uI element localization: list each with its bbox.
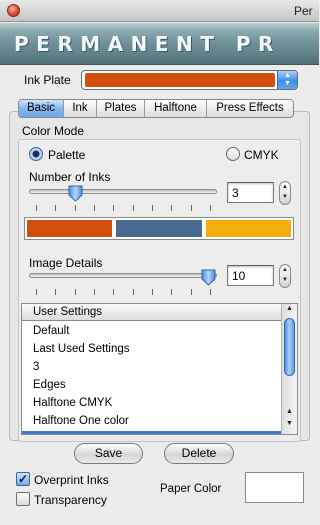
list-scrollbar[interactable]: ▲ ▲ ▼ <box>281 304 297 434</box>
color-mode-label: Color Mode <box>22 124 85 138</box>
list-item[interactable]: 3 <box>22 359 282 377</box>
list-item[interactable]: Halftone CMYK <box>22 395 282 413</box>
ink-plate-select[interactable]: ▲ ▼ <box>81 70 298 90</box>
tab-halftone[interactable]: Halftone <box>144 100 206 117</box>
window-title: Per <box>294 4 313 18</box>
list-item[interactable]: Edges <box>22 377 282 395</box>
transparency-checkbox[interactable] <box>16 492 30 506</box>
user-settings-list[interactable]: User Settings Default Last Used Settings… <box>21 303 298 435</box>
overprint-inks-label: Overprint Inks <box>34 473 109 487</box>
save-button[interactable]: Save <box>74 443 143 464</box>
paper-color-well[interactable] <box>245 472 304 503</box>
transparency-label: Transparency <box>34 493 107 507</box>
image-details-slider[interactable] <box>29 273 217 278</box>
ink-plate-color-swatch <box>85 73 275 87</box>
scroll-up-arrow-icon[interactable]: ▲ <box>282 408 297 415</box>
tab-press-effects[interactable]: Press Effects <box>206 100 293 117</box>
ink-plate-label: Ink Plate <box>24 73 71 87</box>
scroll-down-arrow-icon[interactable]: ▼ <box>282 420 297 427</box>
ink-swatch[interactable] <box>116 220 202 237</box>
ink-swatch-bar <box>24 217 294 240</box>
list-selection-highlight <box>22 431 282 434</box>
ink-swatch[interactable] <box>205 220 291 237</box>
paper-color-label: Paper Color <box>160 483 222 495</box>
cmyk-radio[interactable] <box>226 147 240 161</box>
tab-basic[interactable]: Basic <box>19 100 63 117</box>
list-item[interactable]: Halftone One color <box>22 413 282 431</box>
cmyk-radio-label: CMYK <box>244 148 279 162</box>
number-of-inks-input[interactable]: 3 <box>227 182 274 203</box>
banner-title: PERMANENT PR <box>14 32 281 56</box>
palette-radio[interactable] <box>29 147 43 161</box>
number-of-inks-label: Number of Inks <box>29 170 111 184</box>
title-bar[interactable] <box>0 0 319 22</box>
image-details-slider-thumb[interactable] <box>201 269 216 286</box>
ink-swatch[interactable] <box>27 220 113 237</box>
list-item[interactable]: Last Used Settings <box>22 341 282 359</box>
image-details-label: Image Details <box>29 256 103 270</box>
close-button[interactable] <box>7 4 20 17</box>
image-details-ticks <box>36 289 211 295</box>
scrollbar-thumb[interactable] <box>284 318 295 376</box>
delete-button[interactable]: Delete <box>164 443 234 464</box>
image-details-stepper[interactable]: ▲ ▼ <box>279 264 291 288</box>
updown-arrows-icon: ▲ ▼ <box>277 71 297 89</box>
scroll-up-arrow-icon[interactable]: ▲ <box>282 305 297 312</box>
overprint-inks-checkbox[interactable]: ✓ <box>16 472 30 486</box>
palette-radio-label: Palette <box>48 148 86 162</box>
list-header: User Settings <box>22 304 282 321</box>
number-of-inks-stepper[interactable]: ▲ ▼ <box>279 181 291 205</box>
number-of-inks-ticks <box>36 205 211 211</box>
number-of-inks-slider[interactable] <box>29 189 217 194</box>
tab-ink[interactable]: Ink <box>63 100 96 117</box>
list-item[interactable]: Default <box>22 323 282 341</box>
number-of-inks-slider-thumb[interactable] <box>68 185 83 202</box>
image-details-input[interactable]: 10 <box>227 265 274 286</box>
tab-plates[interactable]: Plates <box>96 100 144 117</box>
tab-bar: Basic Ink Plates Halftone Press Effects <box>18 99 294 118</box>
